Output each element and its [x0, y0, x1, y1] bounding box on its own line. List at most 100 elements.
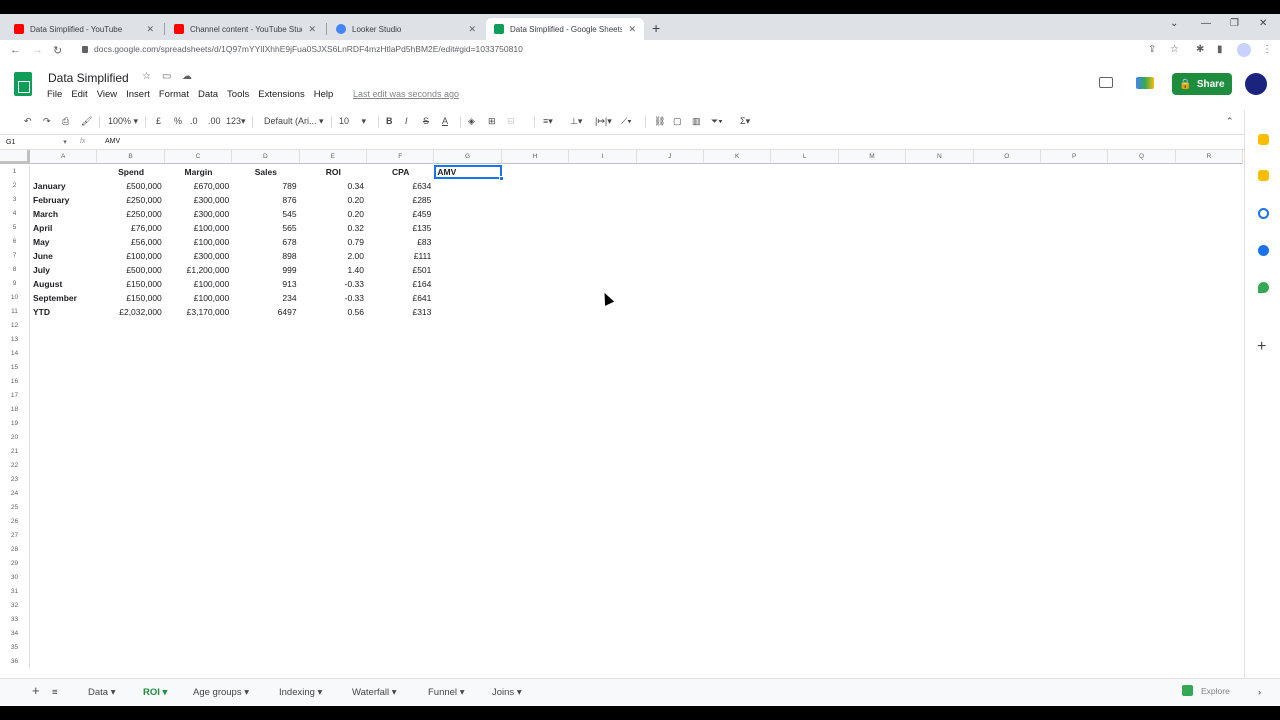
table-cell[interactable]: 6497	[232, 305, 299, 319]
browser-menu-icon[interactable]: ⋮	[1262, 44, 1272, 55]
row-label-cell[interactable]: April	[30, 221, 97, 235]
table-cell[interactable]: £459	[367, 207, 434, 221]
table-cell[interactable]: £3,170,000	[165, 305, 232, 319]
insert-comment-icon[interactable]: ▢	[673, 116, 682, 127]
row-label-cell[interactable]: September	[30, 291, 97, 305]
row-header[interactable]: 26	[0, 515, 30, 529]
table-cell[interactable]: 1.40	[300, 263, 367, 277]
row-header[interactable]: 30	[0, 571, 30, 585]
column-header[interactable]: O	[973, 150, 1041, 164]
column-header[interactable]: F	[367, 150, 435, 164]
all-sheets-icon[interactable]: ≡	[52, 687, 58, 698]
row-header[interactable]: 20	[0, 431, 30, 445]
collapse-menus-icon[interactable]: ⌃	[1226, 116, 1234, 127]
header-cell[interactable]: Sales	[232, 165, 299, 179]
sheet-tab-age-groups[interactable]: Age groups ▾	[193, 687, 249, 698]
sheet-tab-indexing[interactable]: Indexing ▾	[279, 687, 322, 698]
column-header[interactable]: L	[771, 150, 839, 164]
star-icon[interactable]: ☆	[142, 71, 151, 82]
row-header[interactable]: 27	[0, 529, 30, 543]
column-header[interactable]: H	[501, 150, 570, 164]
table-cell[interactable]: 0.20	[300, 207, 367, 221]
row-header[interactable]: 14	[0, 347, 30, 361]
table-cell[interactable]: £100,000	[165, 235, 232, 249]
table-cell[interactable]: £83	[367, 235, 434, 249]
menu-tools[interactable]: Tools	[227, 89, 249, 100]
row-header[interactable]: 15	[0, 361, 30, 375]
select-all-corner[interactable]	[0, 150, 30, 164]
table-cell[interactable]: 0.79	[300, 235, 367, 249]
browser-tab-google-sheets[interactable]: Data Simplified - Google Sheets ✕	[486, 18, 644, 40]
table-cell[interactable]: £100,000	[165, 221, 232, 235]
scroll-sheets-icon[interactable]: ›	[1258, 687, 1261, 698]
table-cell[interactable]: 913	[232, 277, 299, 291]
table-cell[interactable]: £164	[367, 277, 434, 291]
table-cell[interactable]: £100,000	[97, 249, 164, 263]
row-header[interactable]: 21	[0, 445, 30, 459]
row-header[interactable]: 18	[0, 403, 30, 417]
sheet-tab-data[interactable]: Data ▾	[88, 687, 116, 698]
share-button[interactable]: 🔒 Share	[1172, 73, 1232, 95]
row-header[interactable]: 1	[0, 165, 30, 179]
row-header[interactable]: 29	[0, 557, 30, 571]
row-label-cell[interactable]: February	[30, 193, 97, 207]
new-tab-icon[interactable]: +	[652, 20, 660, 36]
menu-help[interactable]: Help	[314, 89, 334, 100]
row-header[interactable]: 22	[0, 459, 30, 473]
header-cell[interactable]: Spend	[97, 165, 164, 179]
column-header[interactable]: A	[30, 150, 98, 164]
table-cell[interactable]: £500,000	[97, 263, 164, 277]
row-label-cell[interactable]: January	[30, 179, 97, 193]
table-cell[interactable]: -0.33	[300, 291, 367, 305]
table-cell[interactable]: 999	[232, 263, 299, 277]
paint-format-icon[interactable]: 🖌	[81, 116, 92, 127]
table-cell[interactable]: £111	[367, 249, 434, 263]
row-header[interactable]: 2	[0, 179, 30, 193]
reload-icon[interactable]: ↻	[53, 44, 62, 57]
menu-edit[interactable]: Edit	[71, 89, 87, 100]
browser-tab-youtube-studio[interactable]: Channel content - YouTube Studio ✕	[166, 18, 324, 40]
column-header[interactable]: Q	[1108, 150, 1176, 164]
table-cell[interactable]: 2.00	[300, 249, 367, 263]
menu-insert[interactable]: Insert	[126, 89, 150, 100]
table-cell[interactable]: £250,000	[97, 207, 164, 221]
text-rotation-icon[interactable]: ⟋▾	[621, 116, 632, 127]
fill-color-icon[interactable]: ◈	[468, 116, 475, 127]
explore-button[interactable]: Explore	[1182, 685, 1230, 696]
text-wrap-icon[interactable]: |↦|▾	[595, 116, 612, 127]
table-cell[interactable]: 545	[232, 207, 299, 221]
table-cell[interactable]: £501	[367, 263, 434, 277]
last-edit-link[interactable]: Last edit was seconds ago	[353, 89, 459, 99]
column-header[interactable]: C	[164, 150, 233, 164]
merge-cells-icon[interactable]: ⊟	[507, 116, 515, 127]
back-icon[interactable]: ←	[10, 44, 21, 56]
extensions-icon[interactable]: ✱	[1196, 44, 1204, 55]
table-cell[interactable]: -0.33	[300, 277, 367, 291]
header-cell[interactable]: CPA	[367, 165, 434, 179]
maps-icon[interactable]	[1258, 282, 1269, 293]
table-cell[interactable]: £150,000	[97, 291, 164, 305]
row-header[interactable]: 11	[0, 305, 30, 319]
table-cell[interactable]: 0.20	[300, 193, 367, 207]
row-label-cell[interactable]: March	[30, 207, 97, 221]
row-header[interactable]: 31	[0, 585, 30, 599]
header-cell[interactable]: Margin	[165, 165, 232, 179]
menu-file[interactable]: File	[47, 89, 62, 100]
borders-icon[interactable]: ⊞	[488, 116, 496, 127]
url-field[interactable]: docs.google.com/spreadsheets/d/1Q97mYYlI…	[82, 44, 523, 54]
horizontal-align-icon[interactable]: ≡▾	[543, 116, 553, 127]
forward-icon[interactable]: →	[32, 44, 43, 56]
table-cell[interactable]: 898	[232, 249, 299, 263]
table-cell[interactable]: 678	[232, 235, 299, 249]
row-header[interactable]: 34	[0, 627, 30, 641]
row-header[interactable]: 8	[0, 263, 30, 277]
row-header[interactable]: 19	[0, 417, 30, 431]
share-page-icon[interactable]: ⇪	[1148, 44, 1156, 55]
formula-input[interactable]: AMV	[105, 138, 120, 145]
percent-button[interactable]: %	[174, 116, 182, 126]
tab-search-icon[interactable]: ⌄	[1170, 18, 1178, 29]
row-header[interactable]: 17	[0, 389, 30, 403]
fill-handle[interactable]	[498, 176, 504, 181]
row-label-cell[interactable]: August	[30, 277, 97, 291]
table-cell[interactable]: £100,000	[165, 277, 232, 291]
